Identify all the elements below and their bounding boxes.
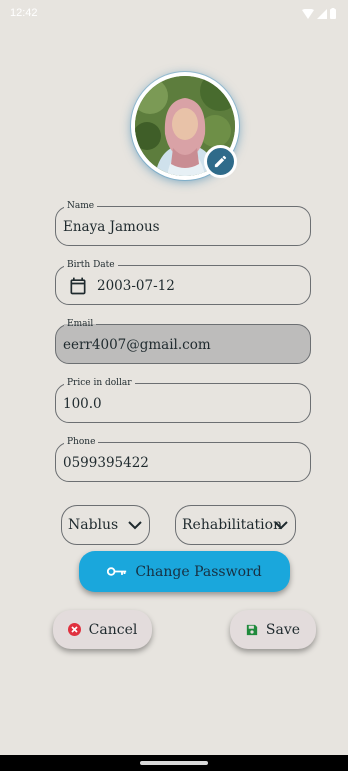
price-label: Price in dollar: [64, 377, 135, 389]
change-password-label: Change Password: [135, 563, 262, 580]
change-password-button[interactable]: Change Password: [79, 551, 290, 592]
status-bar: 12:42: [0, 0, 348, 28]
profile-avatar-container: [131, 72, 239, 180]
save-label: Save: [265, 621, 301, 638]
cancel-label: Cancel: [88, 621, 138, 638]
specialty-dropdown[interactable]: Rehabilitation: [175, 505, 296, 545]
wifi-icon: [302, 8, 314, 19]
price-field[interactable]: Price in dollar 100.0: [55, 377, 311, 423]
system-navigation-bar: [0, 755, 348, 771]
status-icons: [302, 8, 336, 19]
signal-icon: [317, 8, 327, 19]
battery-icon: [330, 8, 336, 19]
birth-date-label: Birth Date: [64, 259, 118, 271]
chevron-down-icon: [128, 521, 142, 530]
phone-label: Phone: [64, 436, 99, 448]
name-label: Name: [64, 200, 98, 212]
email-field: Email eerr4007@gmail.com: [55, 318, 311, 364]
edit-photo-button[interactable]: [204, 145, 237, 178]
specialty-dropdown-value: Rehabilitation: [182, 517, 283, 533]
save-button[interactable]: Save: [230, 610, 316, 649]
key-icon: [107, 567, 127, 576]
status-time: 12:42: [10, 7, 38, 19]
price-value[interactable]: 100.0: [63, 396, 102, 412]
name-value[interactable]: Enaya Jamous: [63, 219, 160, 235]
chevron-down-icon: [274, 521, 288, 530]
cancel-button[interactable]: Cancel: [53, 610, 152, 649]
pencil-icon: [214, 155, 227, 168]
cancel-circle-icon: [67, 623, 81, 636]
city-dropdown-value: Nablus: [68, 517, 119, 533]
phone-field[interactable]: Phone 0599395422: [55, 436, 311, 482]
birth-date-field[interactable]: Birth Date 2003-07-12: [55, 259, 311, 305]
city-dropdown[interactable]: Nablus: [61, 505, 150, 545]
email-label: Email: [64, 318, 97, 330]
email-value: eerr4007@gmail.com: [63, 337, 211, 353]
name-field[interactable]: Name Enaya Jamous: [55, 200, 311, 246]
calendar-icon[interactable]: [68, 276, 88, 296]
home-gesture-handle[interactable]: [140, 761, 208, 765]
phone-value[interactable]: 0599395422: [63, 455, 149, 471]
birth-date-value[interactable]: 2003-07-12: [97, 278, 175, 294]
save-disk-icon: [246, 624, 258, 635]
